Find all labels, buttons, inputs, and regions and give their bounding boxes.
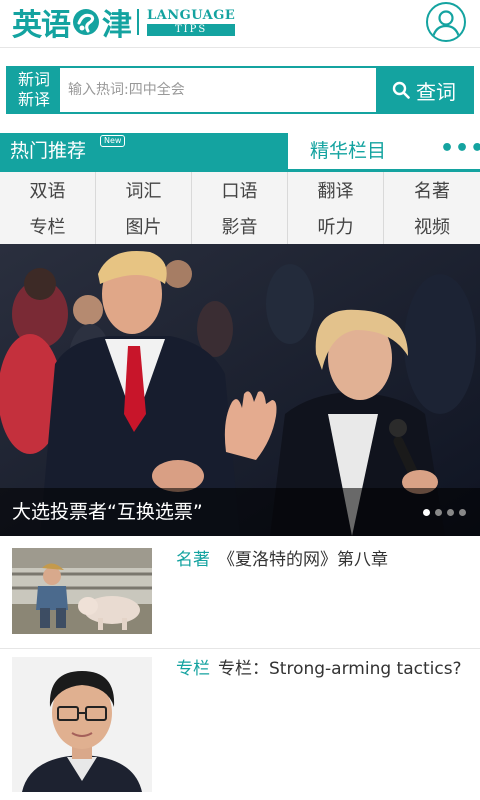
article-text: 专栏 专栏：Strong-arming tactics? <box>160 655 466 683</box>
category-grid: 双语 词汇 口语 翻译 名著 专栏 图片 影音 听力 视频 <box>0 172 480 244</box>
article-category[interactable]: 名著 <box>176 550 210 570</box>
carousel-dot[interactable] <box>447 509 454 516</box>
category-bar: 热门推荐 New 精华栏目 ••• <box>0 133 480 169</box>
article-text: 名著 《夏洛特的网》第八章 <box>160 546 466 574</box>
thumbnail-portrait <box>12 657 152 792</box>
carousel-dot[interactable] <box>459 509 466 516</box>
carousel-dot[interactable] <box>423 509 430 516</box>
search-button-label: 查词 <box>416 79 456 104</box>
logo-en-line1: LANGUAGE <box>147 7 236 23</box>
search-bar: 新词 新译 查词 <box>6 66 474 114</box>
logo-en-line2: TIPS <box>147 23 236 36</box>
new-badge: New <box>100 135 126 147</box>
logo-mark-icon <box>73 9 99 35</box>
carousel-indicator <box>423 509 466 516</box>
tab-featured[interactable]: 精华栏目 <box>310 133 386 169</box>
more-icon[interactable]: ••• <box>440 133 480 169</box>
user-button[interactable] <box>426 2 466 42</box>
app-logo[interactable]: 英语 津 LANGUAGE TIPS <box>12 4 236 43</box>
tab-hot[interactable]: 热门推荐 New <box>0 133 288 169</box>
thumbnail-pig <box>12 548 152 634</box>
list-item[interactable]: 专栏 专栏：Strong-arming tactics? <box>0 649 480 800</box>
list-item[interactable]: 名著 《夏洛特的网》第八章 <box>0 536 480 648</box>
article-image <box>12 548 152 634</box>
grid-item-column[interactable]: 专栏 <box>0 208 96 244</box>
logo-divider <box>137 9 139 35</box>
article-title: 《夏洛特的网》第八章 <box>218 550 388 570</box>
author-photo <box>12 657 152 792</box>
article-title: 专栏：Strong-arming tactics? <box>218 659 462 679</box>
hero-banner[interactable]: 大选投票者“互换选票” <box>0 244 480 536</box>
user-icon <box>431 10 461 38</box>
tab-hot-label: 热门推荐 <box>10 140 87 162</box>
app-header: 英语 津 LANGUAGE TIPS <box>0 0 480 48</box>
grid-item-spoken[interactable]: 口语 <box>192 172 288 208</box>
grid-item-translation[interactable]: 翻译 <box>288 172 384 208</box>
grid-item-classics[interactable]: 名著 <box>384 172 480 208</box>
article-category[interactable]: 专栏 <box>176 659 210 679</box>
logo-cn-left: 英语 <box>12 8 71 43</box>
search-input[interactable] <box>68 72 368 108</box>
grid-item-bilingual[interactable]: 双语 <box>0 172 96 208</box>
search-button[interactable]: 查词 <box>376 68 472 112</box>
badge-line-1: 新词 <box>17 70 50 89</box>
grid-item-audiovisual[interactable]: 影音 <box>192 208 288 244</box>
search-icon <box>392 81 410 99</box>
carousel-dot[interactable] <box>435 509 442 516</box>
new-words-badge[interactable]: 新词 新译 <box>8 68 60 112</box>
hero-caption: 大选投票者“互换选票” <box>0 488 480 536</box>
badge-line-2: 新译 <box>17 90 50 109</box>
logo-cn-right: 津 <box>102 8 132 43</box>
grid-item-listening[interactable]: 听力 <box>288 208 384 244</box>
grid-item-vocabulary[interactable]: 词汇 <box>96 172 192 208</box>
logo-en: LANGUAGE TIPS <box>147 7 236 36</box>
grid-item-pictures[interactable]: 图片 <box>96 208 192 244</box>
grid-item-video[interactable]: 视频 <box>384 208 480 244</box>
